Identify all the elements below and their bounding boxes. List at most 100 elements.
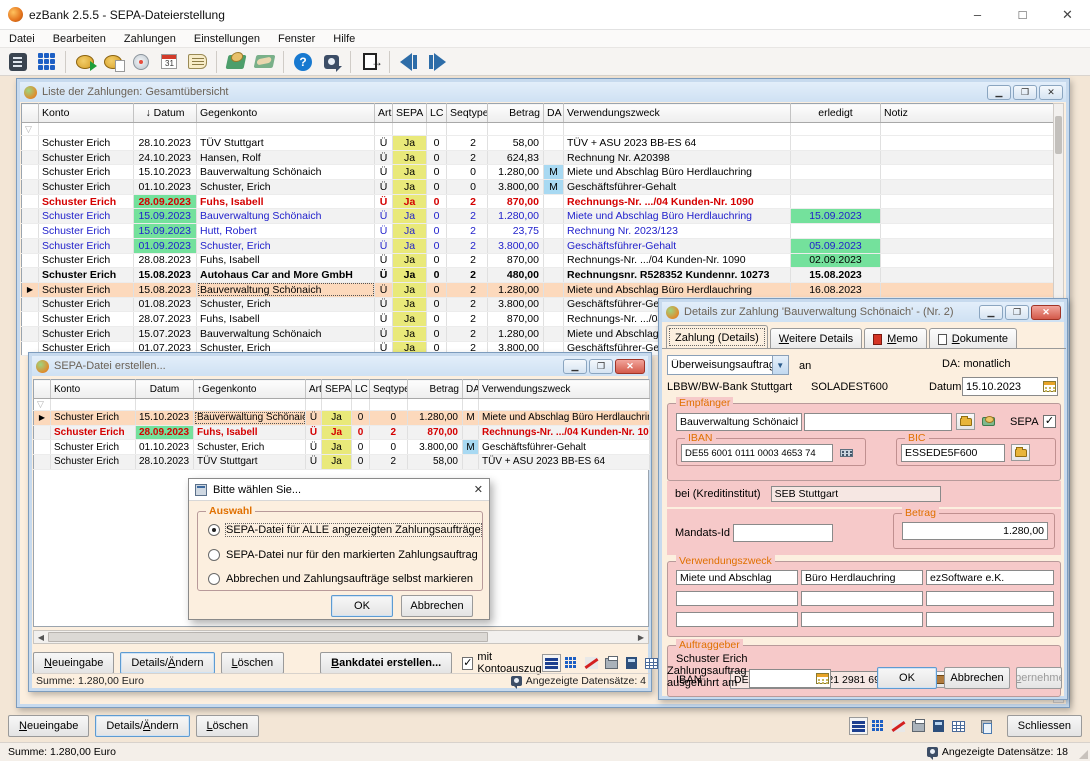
ausgefuehrt-field[interactable] bbox=[749, 669, 831, 688]
zweck-input-3-3[interactable] bbox=[926, 612, 1054, 627]
table-row[interactable]: Schuster Erich01.10.2023Schuster, ErichÜ… bbox=[34, 440, 650, 455]
datum-field[interactable]: 15.10.2023 bbox=[962, 377, 1058, 396]
next-record-icon[interactable] bbox=[423, 50, 451, 74]
schliessen-button[interactable]: Schliessen bbox=[1007, 715, 1082, 737]
table-row[interactable]: Schuster Erich28.09.2023Fuhs, IsabellÜJa… bbox=[34, 425, 650, 440]
menu-fenster[interactable]: Fenster bbox=[269, 31, 324, 47]
handshake-icon[interactable] bbox=[250, 50, 278, 74]
scrollbar-thumb[interactable] bbox=[48, 632, 488, 642]
calculator-icon[interactable] bbox=[622, 654, 641, 672]
radio-option-3[interactable]: Abbrechen und Zahlungsaufträge selbst ma… bbox=[208, 573, 473, 585]
details-aendern-button[interactable]: Details/Ändern bbox=[120, 652, 214, 674]
close-button[interactable]: ✕ bbox=[1045, 0, 1090, 30]
ok-button[interactable]: OK bbox=[877, 667, 937, 689]
zweck-input-2-2[interactable] bbox=[801, 591, 923, 606]
column-header[interactable]: Betrag bbox=[408, 380, 463, 399]
zweck-input-1-1[interactable] bbox=[676, 570, 798, 585]
empfaenger-name2-input[interactable] bbox=[804, 413, 952, 431]
grid-view-icon[interactable] bbox=[562, 654, 581, 672]
cd-export-icon[interactable] bbox=[127, 50, 155, 74]
table-row[interactable]: Schuster Erich15.09.2023Hutt, RobertÜJa0… bbox=[22, 224, 1054, 239]
filter-off-icon[interactable] bbox=[889, 717, 908, 735]
menu-einstellungen[interactable]: Einstellungen bbox=[185, 31, 269, 47]
empfaenger-name-input[interactable] bbox=[676, 413, 802, 431]
column-header[interactable] bbox=[34, 380, 51, 399]
table-view-icon[interactable] bbox=[949, 717, 968, 735]
scrollbar-thumb[interactable] bbox=[1055, 116, 1062, 154]
horizontal-scrollbar[interactable]: ◀ ▶ bbox=[33, 630, 649, 644]
child-restore-button[interactable]: ❐ bbox=[1005, 305, 1029, 320]
calculator-icon[interactable] bbox=[929, 717, 948, 735]
column-header[interactable]: Verwendungszweck bbox=[564, 104, 791, 123]
calendar-payments-icon[interactable] bbox=[155, 50, 183, 74]
zweck-input-1-3[interactable] bbox=[926, 570, 1054, 585]
menu-zahlungen[interactable]: Zahlungen bbox=[115, 31, 185, 47]
maximize-button[interactable]: □ bbox=[1000, 0, 1045, 30]
column-header[interactable]: SEPA bbox=[393, 104, 427, 123]
table-header-row[interactable]: Konto↓ DatumGegenkontoArtSEPALCSeqtypeBe… bbox=[22, 104, 1054, 123]
column-header[interactable]: Datum bbox=[136, 380, 194, 399]
bic-input[interactable] bbox=[901, 444, 1005, 462]
neueingabe-button[interactable]: Neueingabe bbox=[33, 652, 114, 674]
print-icon[interactable] bbox=[602, 654, 621, 672]
child-minimize-button[interactable]: ▁ bbox=[987, 85, 1011, 100]
filter-row[interactable]: ▽ bbox=[34, 399, 650, 411]
column-header[interactable]: SEPA bbox=[322, 380, 352, 399]
column-header[interactable]: ↓ Datum bbox=[134, 104, 197, 123]
calendar-icon[interactable] bbox=[1043, 381, 1056, 392]
table-row[interactable]: Schuster Erich24.10.2023Hansen, RolfÜJa0… bbox=[22, 150, 1054, 165]
table-row[interactable]: Schuster Erich15.10.2023Bauverwaltung Sc… bbox=[22, 165, 1054, 180]
column-header[interactable]: Konto bbox=[39, 104, 134, 123]
child-minimize-button[interactable]: ▁ bbox=[563, 359, 587, 374]
radio-icon[interactable] bbox=[208, 549, 220, 561]
uebernehmen-button[interactable]: Übernehmen bbox=[1016, 667, 1062, 689]
tab-memo[interactable]: Memo bbox=[864, 328, 927, 349]
loeschen-button[interactable]: Löschen bbox=[221, 652, 285, 674]
table-row[interactable]: Schuster Erich01.09.2023Schuster, ErichÜ… bbox=[22, 238, 1054, 253]
column-header[interactable]: erledigt bbox=[791, 104, 881, 123]
abbrechen-button[interactable]: Abbrechen bbox=[401, 595, 473, 617]
radio-option-1[interactable]: SEPA-Datei für ALLE angezeigten Zahlungs… bbox=[208, 524, 481, 536]
loeschen-button[interactable]: Löschen bbox=[196, 715, 260, 737]
abbrechen-button[interactable]: Abbrechen bbox=[944, 667, 1010, 689]
child-minimize-button[interactable]: ▁ bbox=[979, 305, 1003, 320]
column-header[interactable]: Verwendungszweck bbox=[479, 380, 650, 399]
tab-zahlung-details[interactable]: Zahlung (Details) bbox=[666, 325, 768, 349]
column-header[interactable]: Konto bbox=[51, 380, 136, 399]
column-header[interactable]: DA bbox=[463, 380, 479, 399]
keyboard-icon[interactable] bbox=[837, 444, 856, 461]
column-header[interactable]: Seqtype bbox=[370, 380, 408, 399]
zweck-input-3-1[interactable] bbox=[676, 612, 798, 627]
dialog-titlebar[interactable]: Bitte wählen Sie... ✕ bbox=[189, 479, 489, 501]
neueingabe-button[interactable]: Neueingabe bbox=[8, 715, 89, 737]
feedback-icon[interactable] bbox=[317, 50, 345, 74]
column-header[interactable]: Gegenkonto bbox=[197, 104, 375, 123]
dialog-close-icon[interactable]: ✕ bbox=[474, 483, 483, 496]
column-header[interactable]: DA bbox=[544, 104, 564, 123]
radio-icon[interactable] bbox=[208, 524, 220, 536]
scroll-left-icon[interactable]: ◀ bbox=[34, 631, 48, 643]
sepa-checkbox[interactable]: ✓ bbox=[1043, 415, 1056, 428]
radio-icon[interactable] bbox=[208, 573, 220, 585]
details-window-titlebar[interactable]: Details zur Zahlung 'Bauverwaltung Schön… bbox=[662, 302, 1064, 322]
column-header[interactable] bbox=[22, 104, 39, 123]
zweck-input-2-1[interactable] bbox=[676, 591, 798, 606]
child-close-button[interactable]: ✕ bbox=[1031, 305, 1061, 320]
menu-bearbeiten[interactable]: Bearbeiten bbox=[44, 31, 115, 47]
table-row[interactable]: Schuster Erich28.08.2023Fuhs, IsabellÜJa… bbox=[22, 253, 1054, 268]
payments-copy-icon[interactable] bbox=[99, 50, 127, 74]
grid-view-icon[interactable] bbox=[32, 50, 60, 74]
mandat-input[interactable] bbox=[733, 524, 833, 542]
details-aendern-button[interactable]: Details/Ändern bbox=[95, 715, 189, 737]
column-header[interactable]: Notiz bbox=[881, 104, 1054, 123]
chevron-down-icon[interactable]: ▼ bbox=[772, 356, 788, 374]
hand-payment-icon[interactable] bbox=[979, 413, 998, 430]
lookup-folder-icon[interactable] bbox=[1011, 444, 1030, 461]
bankdatei-erstellen-button[interactable]: Bankdatei erstellen... bbox=[320, 652, 452, 674]
column-header[interactable]: ↑Gegenkonto bbox=[194, 380, 306, 399]
scroll-right-icon[interactable]: ▶ bbox=[634, 631, 648, 643]
lookup-folder-icon[interactable] bbox=[956, 413, 975, 430]
child-restore-button[interactable]: ❐ bbox=[1013, 85, 1037, 100]
table-header-row[interactable]: KontoDatum↑GegenkontoArtSEPALCSeqtypeBet… bbox=[34, 380, 650, 399]
prev-record-icon[interactable] bbox=[395, 50, 423, 74]
